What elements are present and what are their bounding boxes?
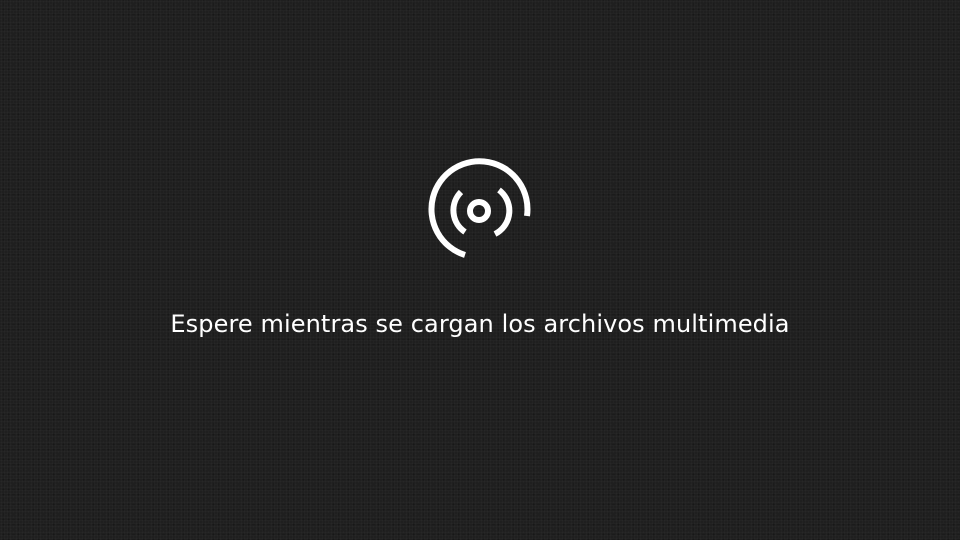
media-loading-spinner-icon [428, 158, 531, 258]
media-loading-screen: Espere mientras se cargan los archivos m… [0, 0, 960, 540]
loading-message: Espere mientras se cargan los archivos m… [170, 310, 790, 338]
